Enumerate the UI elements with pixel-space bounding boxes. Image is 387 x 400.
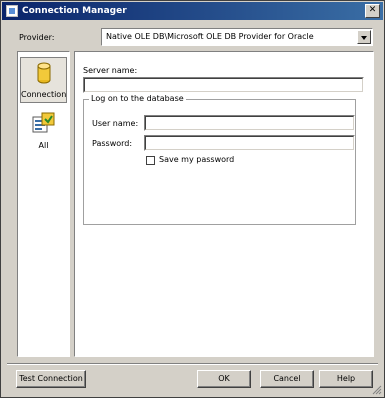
sidebar-item-label: All — [38, 141, 49, 150]
user-name-input[interactable] — [144, 115, 355, 131]
close-icon: ✕ — [368, 5, 377, 15]
provider-label: Provider: — [19, 33, 55, 42]
cancel-button[interactable]: Cancel — [260, 370, 314, 388]
properties-list-icon — [32, 112, 55, 133]
password-label: Password: — [92, 139, 133, 148]
logon-group-title: Log on to the database — [89, 94, 186, 103]
password-input[interactable] — [144, 135, 355, 151]
close-button[interactable]: ✕ — [365, 4, 380, 18]
database-cylinder-icon — [37, 62, 51, 84]
chevron-down-icon[interactable] — [357, 30, 371, 44]
help-button[interactable]: Help — [319, 370, 373, 388]
server-name-input[interactable] — [83, 77, 364, 93]
user-name-label: User name: — [92, 119, 139, 128]
sidebar-item-connection[interactable]: Connection — [20, 57, 67, 103]
sidebar-item-label: Connection — [21, 90, 67, 99]
sidebar-item-all[interactable]: All — [20, 109, 67, 153]
server-name-label: Server name: — [83, 66, 138, 75]
logon-group: Log on to the database User name: Passwo… — [83, 94, 356, 225]
connection-settings-panel: Server name: Log on to the database User… — [74, 51, 374, 357]
title-bar[interactable]: Connection Manager ✕ — [2, 2, 383, 20]
page-navigation-sidebar: Connection All — [17, 51, 70, 357]
ok-button[interactable]: OK — [197, 370, 251, 388]
connection-manager-dialog: Connection Manager ✕ Provider: Native OL… — [0, 0, 385, 398]
button-separator — [7, 363, 378, 365]
save-password-checkbox[interactable] — [146, 156, 155, 165]
window-icon — [6, 5, 18, 17]
test-connection-button[interactable]: Test Connection — [16, 370, 86, 388]
save-password-label[interactable]: Save my password — [159, 155, 234, 164]
window-title: Connection Manager — [22, 6, 127, 16]
provider-selected-value: Native OLE DB\Microsoft OLE DB Provider … — [106, 32, 314, 41]
provider-dropdown[interactable]: Native OLE DB\Microsoft OLE DB Provider … — [101, 28, 373, 46]
resize-grip-icon[interactable] — [372, 385, 382, 395]
